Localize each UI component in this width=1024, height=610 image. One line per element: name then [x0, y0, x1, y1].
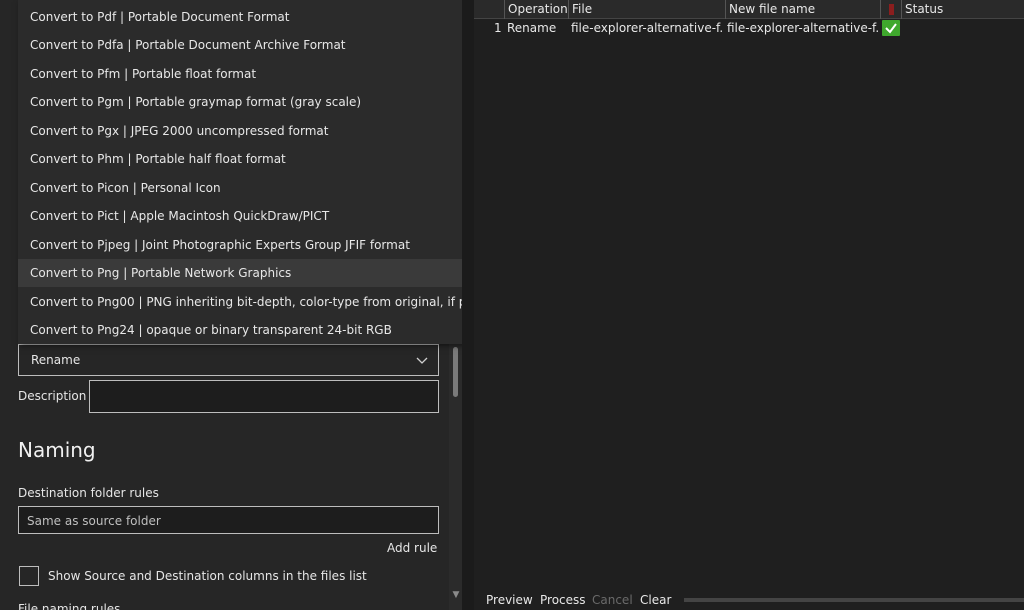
dropdown-item[interactable]: Convert to Phm | Portable half float for… [18, 145, 487, 173]
dropdown-item[interactable]: Convert to Pgx | JPEG 2000 uncompressed … [18, 117, 487, 145]
row-file: file-explorer-alternative-f... [571, 21, 723, 35]
dropdown-item[interactable]: Convert to Png24 | opaque or binary tran… [18, 316, 487, 344]
dropdown-item[interactable]: Convert to Pgm | Portable graymap format… [18, 88, 487, 116]
column-header-error-marker[interactable] [880, 0, 901, 19]
row-operation: Rename [507, 21, 557, 35]
clear-button[interactable]: Clear [640, 593, 671, 607]
operation-select[interactable]: Rename [18, 344, 439, 376]
column-header-new-file-name[interactable]: New file name [725, 0, 880, 19]
row-new-file-name: file-explorer-alternative-f... [727, 21, 879, 35]
operation-dropdown-list: Convert to Pdf | Portable Document Forma… [18, 0, 488, 344]
column-header-operation[interactable]: Operation [504, 0, 568, 19]
panel-splitter[interactable] [462, 0, 474, 610]
dropdown-item[interactable]: Convert to Pdf | Portable Document Forma… [18, 3, 487, 31]
add-rule-button[interactable]: Add rule [387, 541, 437, 555]
dropdown-item-selected[interactable]: Convert to Png | Portable Network Graphi… [18, 259, 487, 287]
column-header-file[interactable]: File [568, 0, 725, 19]
dropdown-item[interactable]: Convert to Pict | Apple Macintosh QuickD… [18, 202, 487, 230]
destination-folder-input[interactable]: Same as source folder [18, 506, 439, 534]
chevron-down-icon [416, 357, 428, 364]
files-list-panel [474, 0, 1024, 610]
table-header-row: Operation File New file name Status [474, 0, 1024, 19]
dropdown-item[interactable]: Convert to Png00 | PNG inheriting bit-de… [18, 288, 487, 316]
cancel-button[interactable]: Cancel [592, 593, 633, 607]
scroll-down-arrow-icon[interactable]: ▼ [451, 590, 461, 604]
description-input[interactable] [89, 380, 439, 413]
file-naming-rules-label: File naming rules [18, 602, 121, 610]
error-marker-icon [889, 4, 894, 15]
preview-button[interactable]: Preview [486, 593, 533, 607]
dropdown-item[interactable]: Convert to Pdfa | Portable Document Arch… [18, 31, 487, 59]
column-header-status[interactable]: Status [901, 0, 1024, 19]
show-columns-label: Show Source and Destination columns in t… [48, 569, 367, 583]
naming-heading: Naming [18, 438, 96, 462]
show-columns-checkbox[interactable] [19, 566, 39, 586]
destination-folder-rules-label: Destination folder rules [18, 486, 159, 500]
progress-bar [684, 598, 1024, 602]
row-index: 1 [494, 21, 502, 35]
dropdown-item[interactable]: Convert to Picon | Personal Icon [18, 174, 487, 202]
dropdown-item[interactable]: Convert to Pjpeg | Joint Photographic Ex… [18, 231, 487, 259]
operation-select-value: Rename [31, 353, 81, 367]
description-label: Description [18, 389, 87, 403]
process-button[interactable]: Process [540, 593, 586, 607]
dropdown-item[interactable]: Convert to Pfm | Portable float format [18, 60, 487, 88]
left-panel-scroll-thumb[interactable] [453, 347, 458, 397]
checkmark-icon [885, 23, 897, 34]
status-ok-badge [882, 20, 900, 36]
